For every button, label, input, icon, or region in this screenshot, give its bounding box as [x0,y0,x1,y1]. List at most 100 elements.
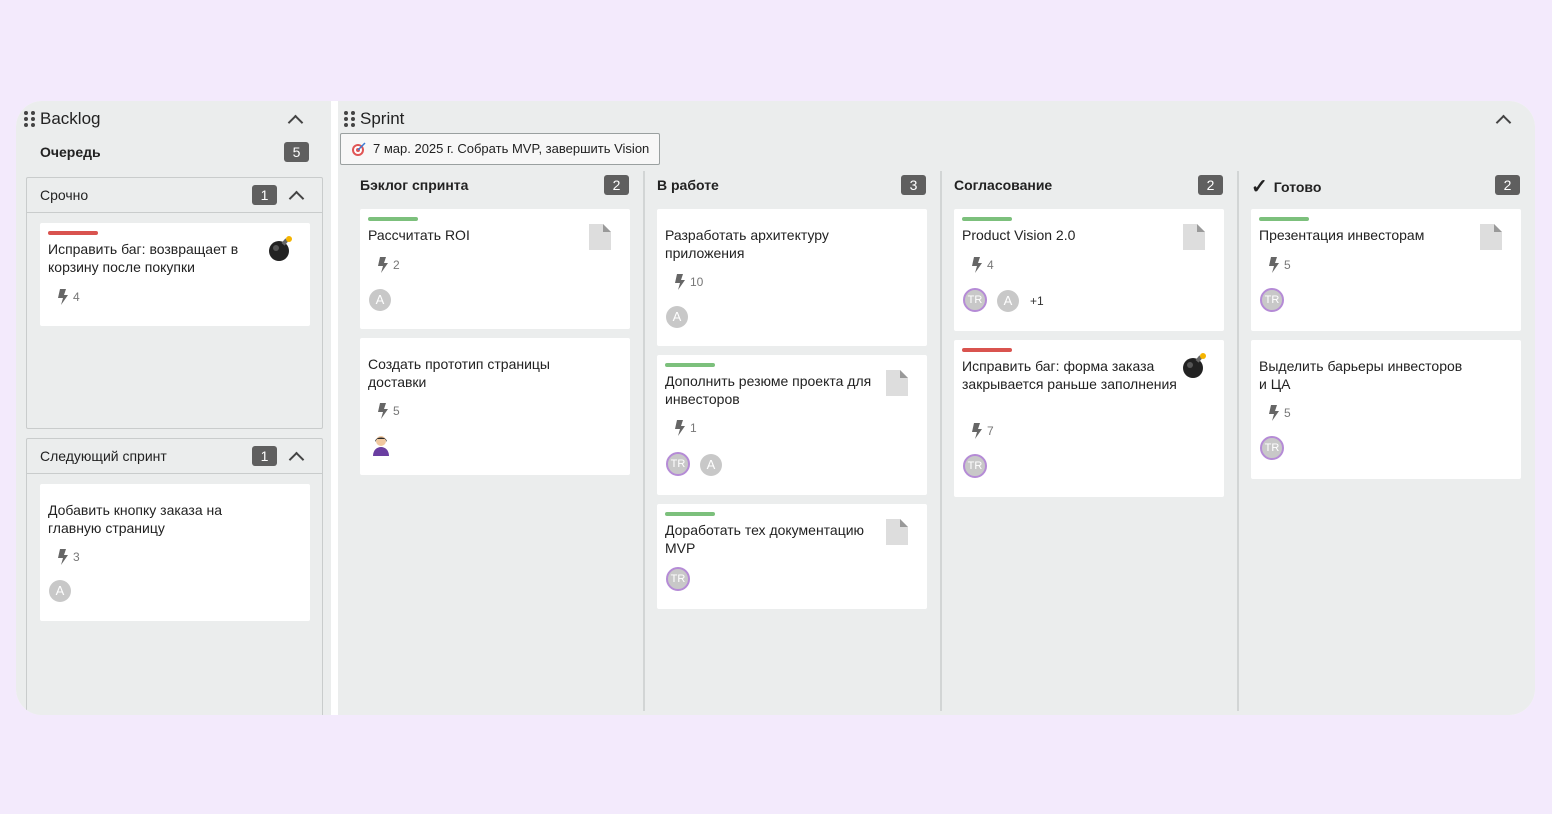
column-done: ✓ Готово 2 Презентация инвесторам 5 TR В… [1251,169,1535,715]
avatar[interactable]: TR [666,452,690,476]
group-urgent: Срочно 1 Исправить баг: возвращает в кор… [26,177,323,429]
document-icon [886,519,908,545]
task-card[interactable]: Доработать тех документацию MVP TR [657,504,927,609]
task-card[interactable]: Создать прототип страницы доставки 5 [360,338,630,475]
task-card[interactable]: Разработать архитектуру приложения 10 A [657,209,927,346]
story-points: 4 [972,257,994,273]
drag-handle-icon[interactable] [24,111,35,127]
column-title: Бэклог спринта [360,177,469,193]
priority-stripe [665,363,715,367]
story-points: 7 [972,423,994,439]
document-icon [1480,224,1502,250]
avatar[interactable]: A [666,306,688,328]
avatar[interactable]: TR [1260,288,1284,312]
task-card[interactable]: Исправить баг: возвращает в корзину посл… [40,223,310,326]
points-value: 5 [1284,258,1291,272]
story-points: 4 [58,289,80,305]
group-next-sprint-title: Следующий спринт [40,448,167,464]
priority-stripe [962,217,1012,221]
collapse-group-icon[interactable] [288,190,305,207]
avatar[interactable]: TR [1260,436,1284,460]
task-title: Добавить кнопку заказа на главную страни… [48,502,223,536]
sprint-goal[interactable]: 7 мар. 2025 г. Собрать MVP, завершить Vi… [340,133,661,165]
column-title: Согласование [954,177,1053,193]
avatar[interactable]: A [369,289,391,311]
task-card[interactable]: Исправить баг: форма заказа закрывается … [954,340,1224,497]
extra-assignees-count[interactable]: +1 [1030,294,1044,308]
sprint-title: Sprint [360,109,405,128]
column-title-text: Готово [1273,178,1322,195]
column-in-progress: В работе 3 Разработать архитектуру прило… [657,169,947,715]
story-points: 5 [1269,257,1291,273]
task-card[interactable]: Добавить кнопку заказа на главную страни… [40,484,310,621]
task-title: Исправить баг: форма заказа закрывается … [962,358,1177,392]
bolt-icon [972,423,982,439]
document-icon [1183,224,1205,250]
points-value: 10 [690,275,704,289]
backlog-header[interactable]: Backlog [24,109,100,129]
task-card[interactable]: Product Vision 2.0 4 TR A +1 [954,209,1224,331]
bolt-icon [675,274,685,290]
points-value: 5 [1284,406,1291,420]
group-urgent-title: Срочно [40,187,89,203]
avatar[interactable]: TR [963,454,987,478]
column-sprint-backlog: Бэклог спринта 2 Рассчитать ROI 2 A Созд… [360,169,650,715]
column-title: ✓ Готово [1251,174,1321,199]
collapse-sprint-icon[interactable] [1495,114,1512,131]
queue-count-badge: 5 [284,142,309,162]
collapse-group-icon[interactable] [288,451,305,468]
group-urgent-count: 1 [252,185,277,205]
avatar[interactable]: TR [963,288,987,312]
collapse-backlog-icon[interactable] [287,114,304,131]
bolt-icon [378,403,388,419]
task-title: Исправить баг: возвращает в корзину посл… [48,241,239,275]
task-card[interactable]: Презентация инвесторам 5 TR [1251,209,1521,331]
bolt-icon [675,420,685,436]
avatar[interactable]: A [997,290,1019,312]
story-points: 2 [378,257,400,273]
column-count-badge: 2 [1495,175,1520,195]
column-count-badge: 2 [1198,175,1223,195]
avatar[interactable]: A [49,580,71,602]
checkmark-icon: ✓ [1251,176,1268,198]
group-next-sprint-header[interactable]: Следующий спринт 1 [27,439,322,474]
avatar[interactable]: TR [666,567,690,591]
task-card[interactable]: Рассчитать ROI 2 A [360,209,630,329]
task-card[interactable]: Выделить барьеры инвесторов и ЦА 5 TR [1251,340,1521,479]
points-value: 2 [393,258,400,272]
backlog-panel: Backlog Очередь 5 Срочно 1 Исправить баг… [16,101,331,715]
group-next-sprint-count: 1 [252,446,277,466]
column-count-badge: 3 [901,175,926,195]
story-points: 3 [58,549,80,565]
priority-stripe [368,217,418,221]
story-points: 5 [1269,405,1291,421]
target-icon [352,142,366,156]
group-urgent-header[interactable]: Срочно 1 [27,178,322,213]
drag-handle-icon[interactable] [344,111,355,127]
task-title: Доработать тех документацию MVP [665,522,865,556]
sprint-goal-text: 7 мар. 2025 г. Собрать MVP, завершить Vi… [373,141,650,156]
backlog-title: Backlog [40,109,101,128]
points-value: 1 [690,421,697,435]
document-icon [589,224,611,250]
bolt-icon [1269,405,1279,421]
document-icon [886,370,908,396]
avatar[interactable]: A [700,454,722,476]
sprint-header[interactable]: Sprint [344,109,404,129]
task-card[interactable]: Дополнить резюме проекта для инвесторов … [657,355,927,495]
column-approval: Согласование 2 Product Vision 2.0 4 TR A… [954,169,1244,715]
task-title: Создать прототип страницы доставки [368,356,550,390]
bolt-icon [58,549,68,565]
bolt-icon [378,257,388,273]
priority-stripe [962,348,1012,352]
task-title: Разработать архитектуру приложения [665,227,829,261]
column-title: В работе [657,177,719,193]
user-photo-avatar[interactable] [368,432,394,458]
task-title: Product Vision 2.0 [962,227,1076,243]
task-title: Дополнить резюме проекта для инвесторов [665,373,872,407]
task-title: Презентация инвесторам [1259,227,1425,243]
bolt-icon [1269,257,1279,273]
priority-stripe [665,512,715,516]
column-count-badge: 2 [604,175,629,195]
priority-stripe [48,231,98,235]
